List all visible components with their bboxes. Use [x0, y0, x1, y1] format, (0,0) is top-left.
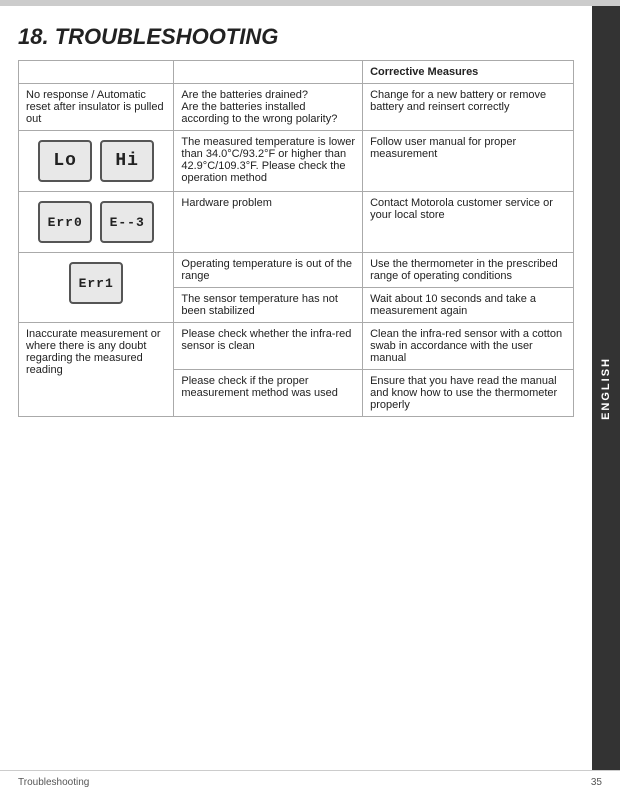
hi-display: Hi — [100, 140, 154, 182]
col1-header — [19, 61, 174, 84]
inaccurate-symptom-cell: Inaccurate measurement or where there is… — [19, 323, 174, 417]
err-display: Err0 E--3 — [26, 197, 166, 247]
display-cell-err1: Err1 — [19, 253, 174, 323]
cause-cell: The measured temperature is lower than 3… — [174, 131, 363, 192]
side-tab: ENGLISH — [592, 6, 620, 770]
page-title: 18. TROUBLESHOOTING — [18, 24, 574, 50]
err0-display: Err0 — [38, 201, 92, 243]
display-cell-err: Err0 E--3 — [19, 192, 174, 253]
cause-cell: The sensor temperature has not been stab… — [174, 288, 363, 323]
content: 18. TROUBLESHOOTING Corrective Measures — [0, 6, 620, 770]
footer-left: Troubleshooting — [18, 777, 89, 788]
corrective-cell: Wait about 10 seconds and take a measure… — [363, 288, 574, 323]
display-cell-lohi: Lo Hi — [19, 131, 174, 192]
table-row: Err0 E--3 Hardware problem Contact Motor… — [19, 192, 574, 253]
corrective-cell: Ensure that you have read the manual and… — [363, 370, 574, 417]
symptom-cell: No response / Automatic reset after insu… — [19, 84, 174, 131]
corrective-cell: Clean the infra-red sensor with a cotton… — [363, 323, 574, 370]
troubleshooting-table: Corrective Measures No response / Automa… — [18, 60, 574, 417]
cause-cell: Please check whether the infra-red senso… — [174, 323, 363, 370]
side-tab-label: ENGLISH — [600, 357, 612, 420]
footer: Troubleshooting 35 — [0, 770, 620, 794]
table-row: Inaccurate measurement or where there is… — [19, 323, 574, 370]
corrective-cell: Contact Motorola customer service or you… — [363, 192, 574, 253]
cause-cell: Operating temperature is out of the rang… — [174, 253, 363, 288]
cause-cell: Hardware problem — [174, 192, 363, 253]
lo-display: Lo — [38, 140, 92, 182]
table-row: Lo Hi The measured temperature is lower … — [19, 131, 574, 192]
err1-box: Err1 — [69, 262, 123, 304]
cause-cell: Are the batteries drained?Are the batter… — [174, 84, 363, 131]
err1-display: Err1 — [26, 258, 166, 308]
corrective-cell: Use the thermometer in the prescribed ra… — [363, 253, 574, 288]
lo-hi-display: Lo Hi — [26, 136, 166, 186]
corrective-cell: Change for a new battery or remove batte… — [363, 84, 574, 131]
col2-header — [174, 61, 363, 84]
col3-header: Corrective Measures — [363, 61, 574, 84]
cause-cell: Please check if the proper measurement m… — [174, 370, 363, 417]
table-row: Err1 Operating temperature is out of the… — [19, 253, 574, 288]
main-area: 18. TROUBLESHOOTING Corrective Measures — [0, 6, 592, 770]
footer-right: 35 — [591, 777, 602, 788]
page: 18. TROUBLESHOOTING Corrective Measures — [0, 0, 620, 794]
corrective-cell: Follow user manual for proper measuremen… — [363, 131, 574, 192]
err-dash-display: E--3 — [100, 201, 154, 243]
table-row: No response / Automatic reset after insu… — [19, 84, 574, 131]
